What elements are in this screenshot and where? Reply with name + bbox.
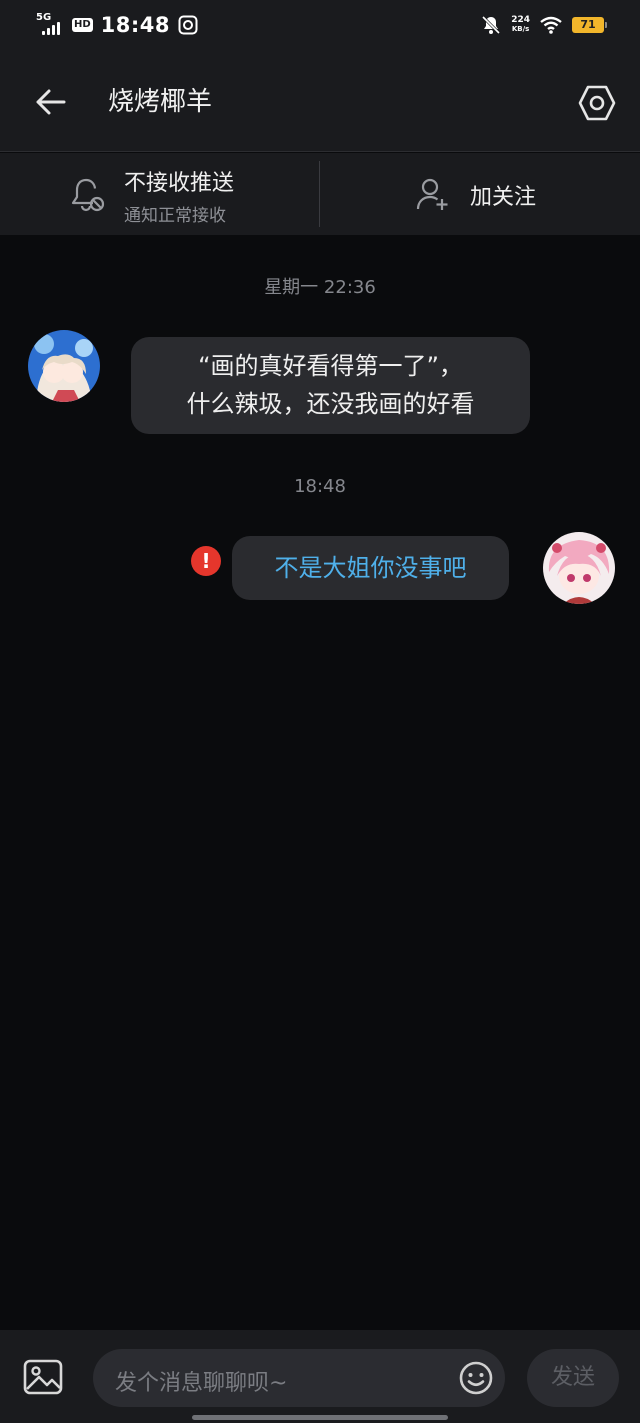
message-timestamp: 星期一 22:36: [264, 277, 376, 298]
chat-header: 烧烤椰羊: [0, 50, 640, 152]
send-failed-icon[interactable]: !: [191, 546, 221, 576]
speed-unit: KB/s: [511, 25, 530, 33]
push-setting-button[interactable]: 不接收推送 通知正常接收: [0, 153, 320, 235]
signal-icon: 5G: [36, 13, 64, 37]
battery-indicator: 71: [572, 17, 607, 33]
message-timestamp: 18:48: [294, 476, 346, 497]
hd-badge: HD: [72, 18, 93, 32]
chat-actions: 不接收推送 通知正常接收 加关注: [0, 153, 640, 235]
bell-off-icon: [71, 178, 105, 212]
home-indicator[interactable]: [192, 1415, 448, 1420]
notification-app-icon: [178, 15, 198, 35]
emoji-icon[interactable]: [458, 1360, 494, 1396]
push-setting-title: 不接收推送: [124, 171, 235, 196]
push-setting-subtitle: 通知正常接收: [124, 206, 226, 226]
status-left: 5G HD 18:48: [36, 12, 198, 38]
wifi-icon: [540, 16, 562, 34]
message-input-placeholder: 发个消息聊聊呗~: [115, 1371, 288, 1396]
my-avatar[interactable]: [543, 532, 615, 604]
status-right: 224 KB/s 71: [481, 12, 607, 38]
network-speed: 224 KB/s: [511, 16, 530, 34]
settings-icon: [578, 85, 616, 121]
back-arrow-icon: [36, 89, 66, 115]
outgoing-message-bubble[interactable]: 不是大姐你没事吧: [232, 536, 509, 600]
contact-avatar-image: [28, 330, 100, 402]
my-avatar-image: [543, 532, 615, 604]
outgoing-message-text: 不是大姐你没事吧: [274, 554, 467, 582]
incoming-message-line: 什么辣圾，还没我画的好看: [186, 390, 475, 418]
send-button[interactable]: 发送: [527, 1349, 619, 1407]
follow-button[interactable]: 加关注: [320, 153, 640, 235]
incoming-message-line: “画的真好看得第一了”，: [198, 352, 463, 380]
contact-avatar[interactable]: [28, 330, 100, 402]
incoming-message-bubble[interactable]: “画的真好看得第一了”， 什么辣圾，还没我画的好看: [131, 337, 530, 434]
chat-title: 烧烤椰羊: [108, 87, 213, 117]
status-bar: 5G HD 18:48 224 KB/s 71: [0, 0, 640, 50]
back-button[interactable]: [30, 84, 70, 120]
clock: 18:48: [100, 13, 171, 37]
add-user-icon: [416, 178, 448, 210]
mute-bell-icon: [482, 15, 501, 35]
speed-value: 224: [511, 15, 530, 25]
message-composer: 发个消息聊聊呗~ 发送: [0, 1330, 640, 1423]
image-picker-icon[interactable]: [22, 1356, 64, 1398]
settings-button[interactable]: [576, 82, 618, 124]
message-input[interactable]: 发个消息聊聊呗~: [93, 1349, 505, 1407]
follow-label: 加关注: [470, 185, 537, 210]
